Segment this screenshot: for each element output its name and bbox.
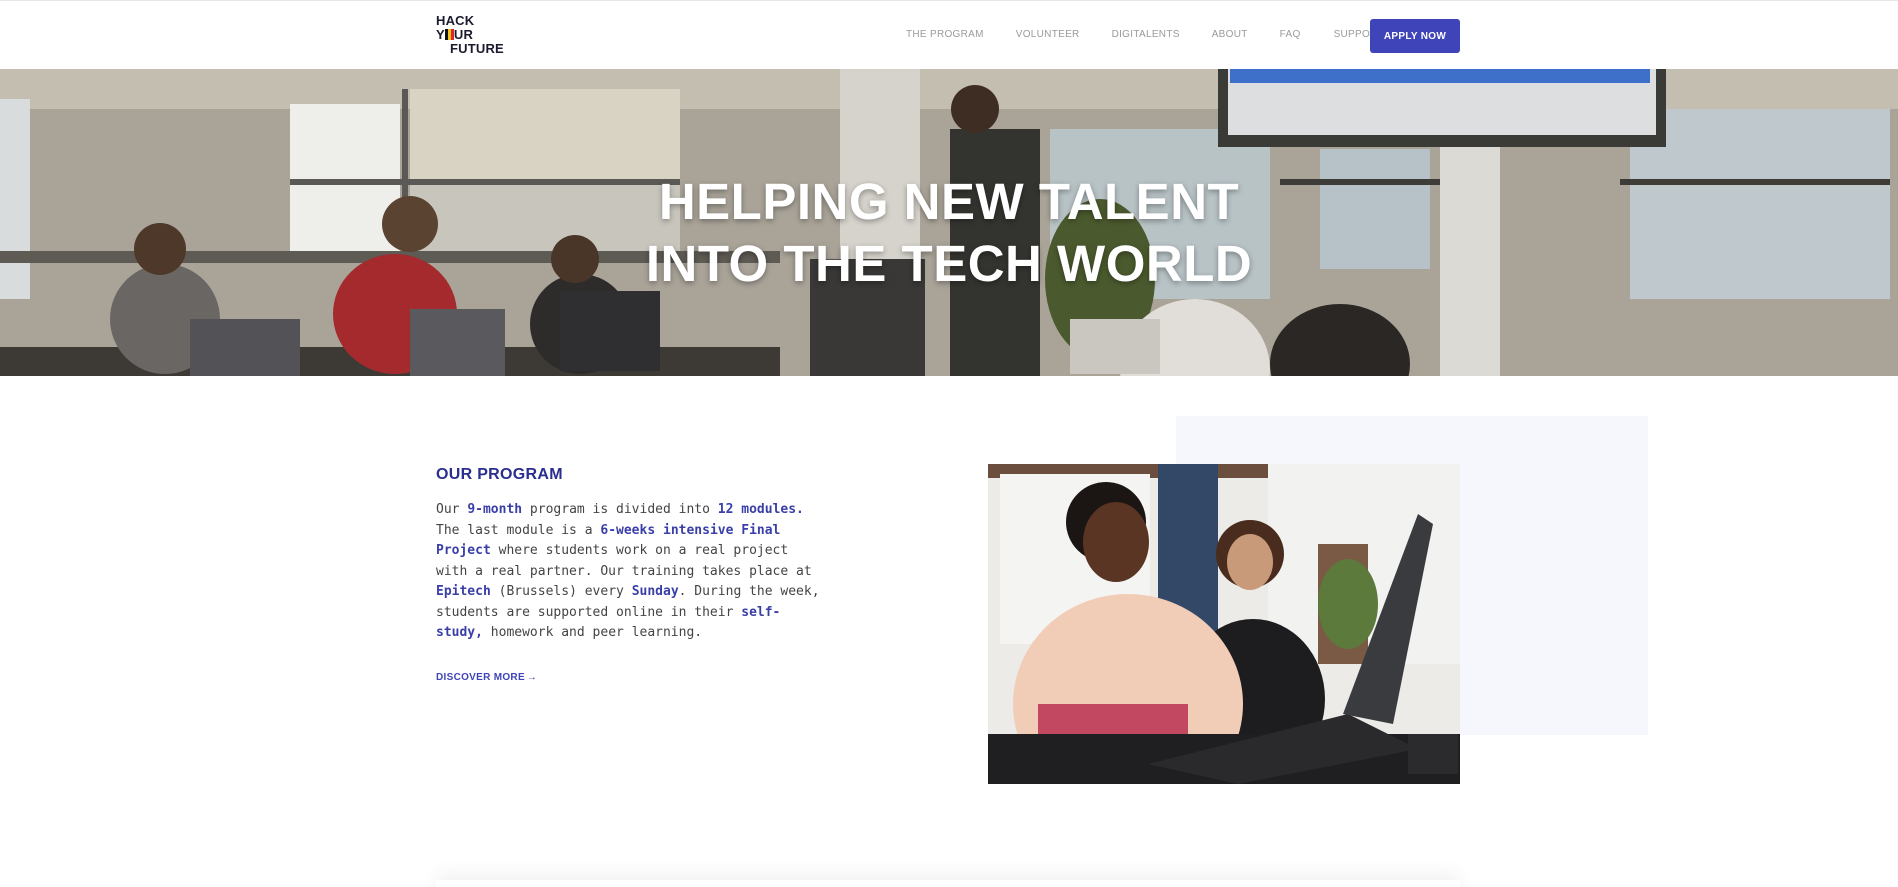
- logo-line-1: HACK: [436, 13, 475, 28]
- logo-line-2-pre: Y: [436, 27, 445, 42]
- program-text-highlight: 12 modules.: [717, 502, 804, 517]
- students-photo-illustration: [988, 464, 1460, 784]
- logo-line-2: Y UR: [436, 28, 516, 42]
- next-section-card: [436, 880, 1460, 887]
- hero-headline-line-2: INTO THE TECH WORLD: [645, 235, 1253, 292]
- hero-banner: HELPING NEW TALENT INTO THE TECH WORLD: [0, 69, 1898, 376]
- program-text-segment: Our: [436, 502, 468, 517]
- nav-digitalents[interactable]: DIGITALENTS: [1112, 29, 1180, 40]
- program-title: OUR PROGRAM: [436, 466, 563, 483]
- program-text-segment: homework and peer learning.: [482, 625, 703, 640]
- program-text-segment: The last module is a: [436, 522, 601, 538]
- site-header: HACK Y UR FUTURE THE PROGRAM VOLUNTEER DI…: [0, 0, 1898, 69]
- hero-headline: HELPING NEW TALENT INTO THE TECH WORLD: [0, 171, 1898, 295]
- program-text-highlight: Sunday: [631, 584, 679, 599]
- logo-line-2-post: UR: [453, 27, 474, 42]
- main-nav: THE PROGRAM VOLUNTEER DIGITALENTS ABOUT …: [906, 29, 1401, 40]
- students-photo: [988, 464, 1460, 784]
- nav-about[interactable]: ABOUT: [1212, 29, 1248, 40]
- nav-faq[interactable]: FAQ: [1280, 29, 1301, 40]
- program-text-segment: where students work on a real project wi…: [436, 543, 812, 579]
- nav-the-program[interactable]: THE PROGRAM: [906, 29, 984, 40]
- discover-more-label: DISCOVER MORE: [436, 672, 525, 683]
- nav-volunteer[interactable]: VOLUNTEER: [1016, 29, 1080, 40]
- program-text-segment: program is divided into: [522, 502, 718, 517]
- apply-now-button[interactable]: APPLY NOW: [1370, 19, 1460, 53]
- program-text-highlight: 9-month: [467, 502, 523, 517]
- discover-more-link[interactable]: DISCOVER MORE →: [436, 672, 537, 683]
- logo-line-3: FUTURE: [450, 41, 504, 56]
- belgian-flag-icon: [444, 29, 454, 40]
- program-text-segment: (Brussels) every: [490, 584, 632, 599]
- program-text-highlight: Epitech: [436, 584, 491, 599]
- program-description: Our 9-month program is divided into 12 m…: [436, 500, 826, 644]
- arrow-right-icon: →: [526, 672, 538, 683]
- hero-headline-line-1: HELPING NEW TALENT: [658, 173, 1240, 230]
- hack-your-future-logo[interactable]: HACK Y UR FUTURE: [436, 14, 516, 58]
